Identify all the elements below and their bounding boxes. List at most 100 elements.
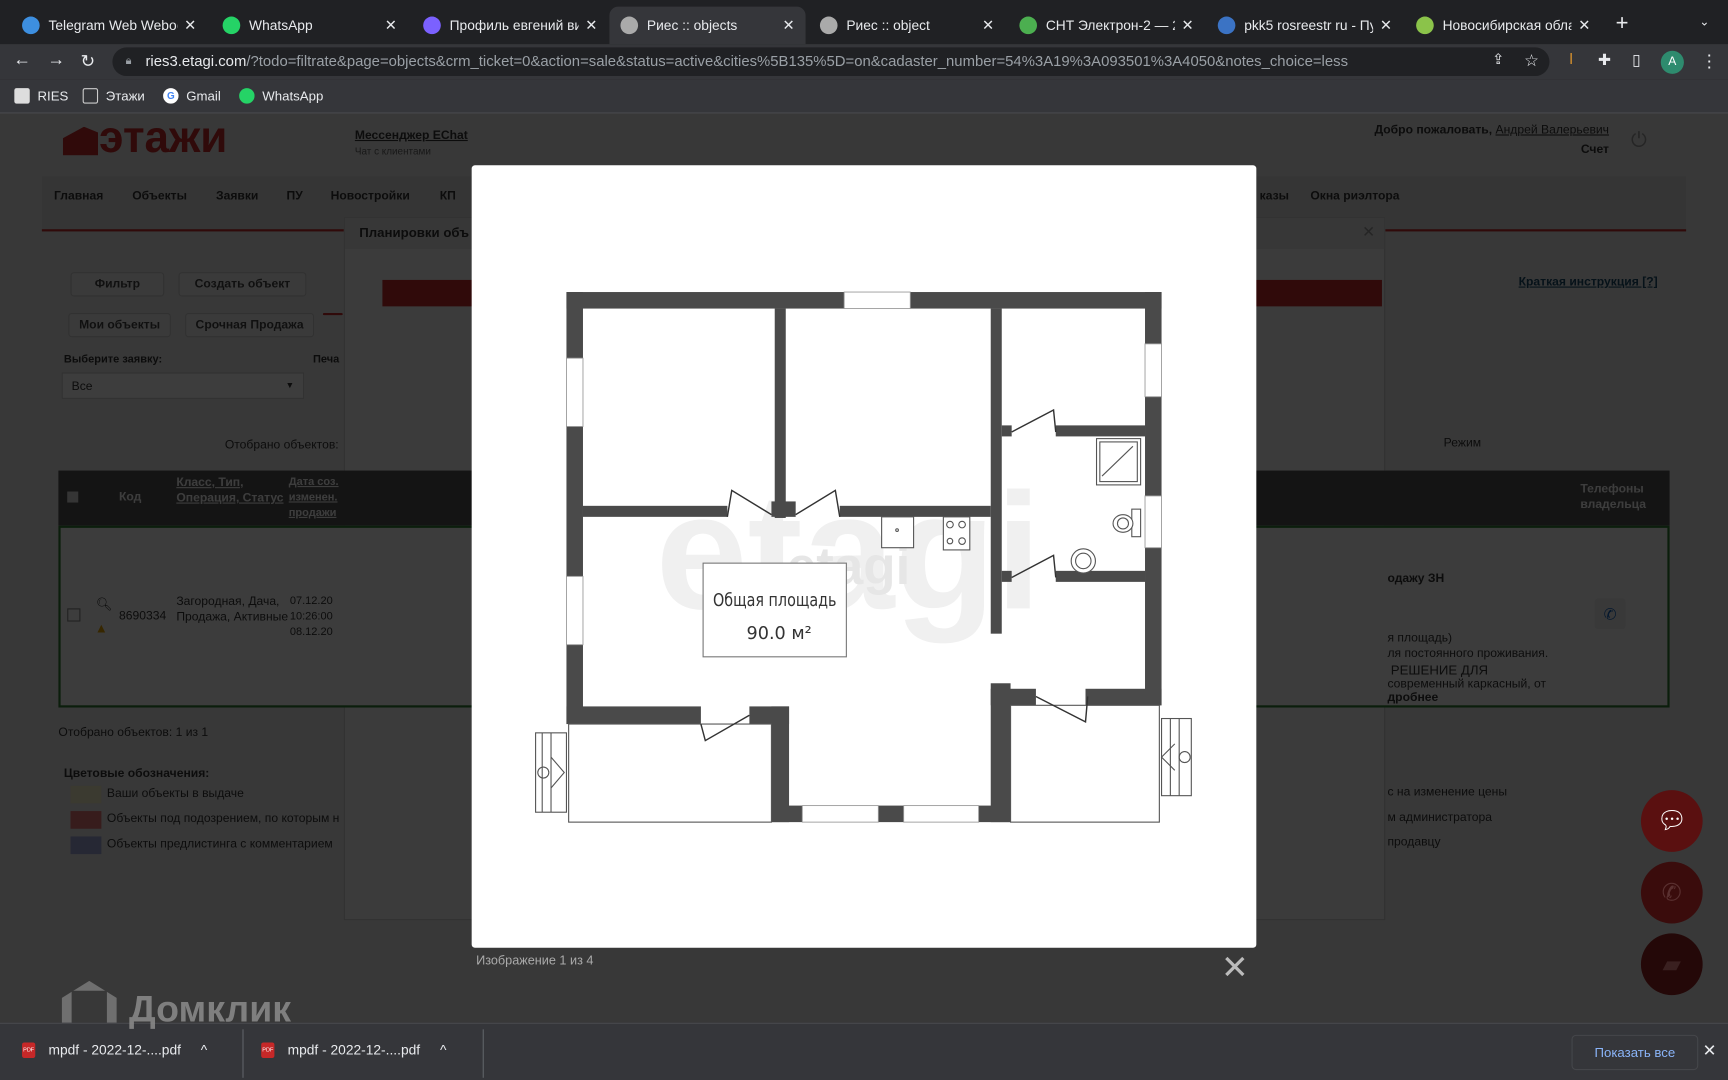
tab[interactable]: Профиль евгений вик ✕ (412, 7, 608, 44)
ries-icon (819, 16, 838, 35)
show-all-downloads-button[interactable]: Показать все (1571, 1034, 1699, 1071)
row-code[interactable]: 8690334 (119, 609, 166, 622)
echat-fab[interactable]: 💬︎ (1640, 790, 1703, 852)
ries-icon (620, 16, 639, 35)
row-desc-2: ля постоянного проживания. (1387, 646, 1549, 661)
close-tab-icon[interactable]: ✕ (1181, 17, 1193, 35)
urgent-sale-button[interactable]: Срочная Продажа (185, 312, 315, 338)
tab[interactable]: WhatsApp ✕ (212, 7, 408, 44)
red-button[interactable] (322, 312, 343, 316)
close-tab-icon[interactable]: ✕ (184, 17, 196, 35)
tab-title: Новосибирская область (1442, 17, 1572, 34)
tab-title: Риес :: object (846, 17, 930, 34)
chevron-down-icon: ▼ (285, 380, 295, 391)
messenger-link[interactable]: Мессенджер EChat (355, 129, 468, 142)
select-all-checkbox[interactable] (67, 491, 79, 503)
download-item[interactable]: PDF mpdf - 2022-12-....pdf ^ (261, 1042, 446, 1058)
close-tab-icon[interactable]: ✕ (585, 17, 597, 35)
warning-icon: ▲ (94, 620, 108, 636)
chevron-up-icon[interactable]: ^ (440, 1043, 446, 1058)
check-icon (1416, 16, 1434, 35)
kitchen-sink-icon (881, 516, 915, 549)
header-phones: Телефоны владельца (1580, 482, 1647, 512)
nav-item[interactable]: Окна риэлтора (1310, 190, 1399, 203)
tab[interactable]: СНТ Электрон-2 — 2ГИС ✕ (1008, 7, 1204, 44)
row-checkbox[interactable] (67, 608, 81, 622)
forward-icon[interactable]: → (47, 51, 65, 71)
legend-right-1: с на изменение цены (1387, 785, 1508, 799)
tab-search-chevron-icon[interactable]: ⌄ (1699, 14, 1709, 28)
filter-button[interactable]: Фильтр (70, 272, 165, 297)
back-icon[interactable]: ← (13, 51, 31, 71)
message-fab[interactable]: ▰ (1640, 933, 1703, 996)
area-value: 90.0 м² (747, 624, 812, 644)
request-select[interactable]: Все ▼ (61, 372, 305, 399)
reload-icon[interactable]: ↻ (80, 51, 95, 73)
phone-button[interactable]: ✆ (1594, 598, 1626, 630)
legend-swatch (70, 811, 102, 829)
close-tab-icon[interactable]: ✕ (982, 17, 994, 35)
bookmark-ries[interactable]: RIES (14, 88, 68, 104)
create-object-button[interactable]: Создать объект (178, 272, 307, 297)
pdf-icon: PDF (261, 1042, 275, 1058)
nav-item[interactable]: КП (440, 190, 456, 203)
image-counter: Изображение 1 из 4 (476, 954, 594, 968)
legend-title: Цветовые обозначения: (63, 767, 210, 781)
rosreestr-icon (1217, 16, 1236, 35)
profile-dots-icon (423, 16, 441, 35)
nav-item[interactable]: казы (1260, 190, 1289, 203)
close-tab-icon[interactable]: ✕ (1380, 17, 1392, 35)
extension-pin-icon[interactable]: ǀ (1569, 51, 1573, 68)
close-tab-icon[interactable]: ✕ (1578, 17, 1590, 35)
download-item[interactable]: PDF mpdf - 2022-12-....pdf ^ (22, 1042, 207, 1058)
legend-swatch (70, 785, 102, 804)
url-path: /?todo=filtrate&page=objects&crm_ticket=… (246, 52, 1349, 70)
tab[interactable]: Telegram Web Webogram ✕ (11, 7, 207, 44)
nav-item[interactable]: Заявки (216, 190, 258, 203)
lightbox-close-icon[interactable]: ✕ (1221, 952, 1249, 985)
address-bar[interactable]: 🔒︎ ries3.etagi.com/?todo=filtrate&page=o… (112, 47, 1550, 77)
extensions-puzzle-icon[interactable]: ✚ (1598, 51, 1611, 70)
my-objects-button[interactable]: Мои объекты (68, 312, 171, 338)
nav-item[interactable]: Новостройки (331, 190, 410, 203)
tab[interactable]: pkk5 rosreestr ru - Публичная ✕ (1207, 7, 1403, 44)
instruction-link[interactable]: Краткая инструкция [?] (1519, 276, 1658, 289)
bookmark-etazhi[interactable]: Этажи (82, 88, 145, 104)
chevron-up-icon[interactable]: ^ (201, 1043, 207, 1058)
row-title[interactable]: одажу ЗН (1387, 572, 1444, 585)
legend-label: Объекты под подозрением, по которым н (106, 812, 340, 826)
close-tab-icon[interactable]: ✕ (385, 17, 397, 35)
share-icon[interactable]: ⇪ (1492, 51, 1504, 69)
nav-item[interactable]: Главная (54, 190, 103, 203)
user-name-link[interactable]: Андрей Валерьевич (1496, 123, 1609, 136)
bookmark-whatsapp[interactable]: WhatsApp (239, 88, 323, 104)
menu-kebab-icon[interactable]: ⋮ (1700, 51, 1718, 73)
header-dates[interactable]: Дата соз. изменен. продажи (289, 475, 344, 521)
tab[interactable]: Новосибирская область ✕ (1405, 7, 1601, 44)
logo[interactable]: этажи (99, 114, 227, 164)
tab[interactable]: Риес :: objects ✕ (609, 6, 806, 45)
download-name: mpdf - 2022-12-....pdf (287, 1042, 421, 1058)
bookmark-gmail[interactable]: G Gmail (163, 88, 221, 104)
power-icon[interactable]: ⏻ (1631, 129, 1647, 152)
header-class[interactable]: Класс, Тип, Операция, Статус (176, 475, 286, 506)
nav-item[interactable]: ПУ (287, 190, 303, 203)
phone-fab[interactable]: ✆ (1640, 861, 1703, 924)
header-code[interactable]: Код (119, 490, 141, 503)
layouts-modal-close-icon[interactable]: ✕ (1362, 223, 1375, 242)
nav-item[interactable]: Объекты (132, 190, 187, 203)
close-downloads-icon[interactable]: ✕ (1703, 1040, 1717, 1060)
row-class: Загородная, Дача, Продажа, Активные (176, 595, 289, 624)
selected-count: Отобрано объектов: (224, 438, 339, 452)
tab-title: pkk5 rosreestr ru - Публичная (1244, 17, 1373, 34)
close-tab-icon[interactable]: ✕ (783, 17, 795, 35)
side-panel-icon[interactable]: ▯ (1632, 51, 1641, 70)
new-tab-button[interactable]: + (1616, 11, 1629, 36)
bookmark-star-icon[interactable]: ☆ (1524, 51, 1539, 71)
legend-right-2: м администратора (1387, 811, 1493, 825)
search-icon[interactable]: 🔍︎ (96, 596, 113, 611)
account-link[interactable]: Счет (1581, 143, 1609, 156)
tab[interactable]: Риес :: object ✕ (809, 7, 1005, 44)
row-more-link[interactable]: дробнее (1387, 691, 1438, 704)
profile-avatar[interactable]: A (1660, 50, 1684, 74)
